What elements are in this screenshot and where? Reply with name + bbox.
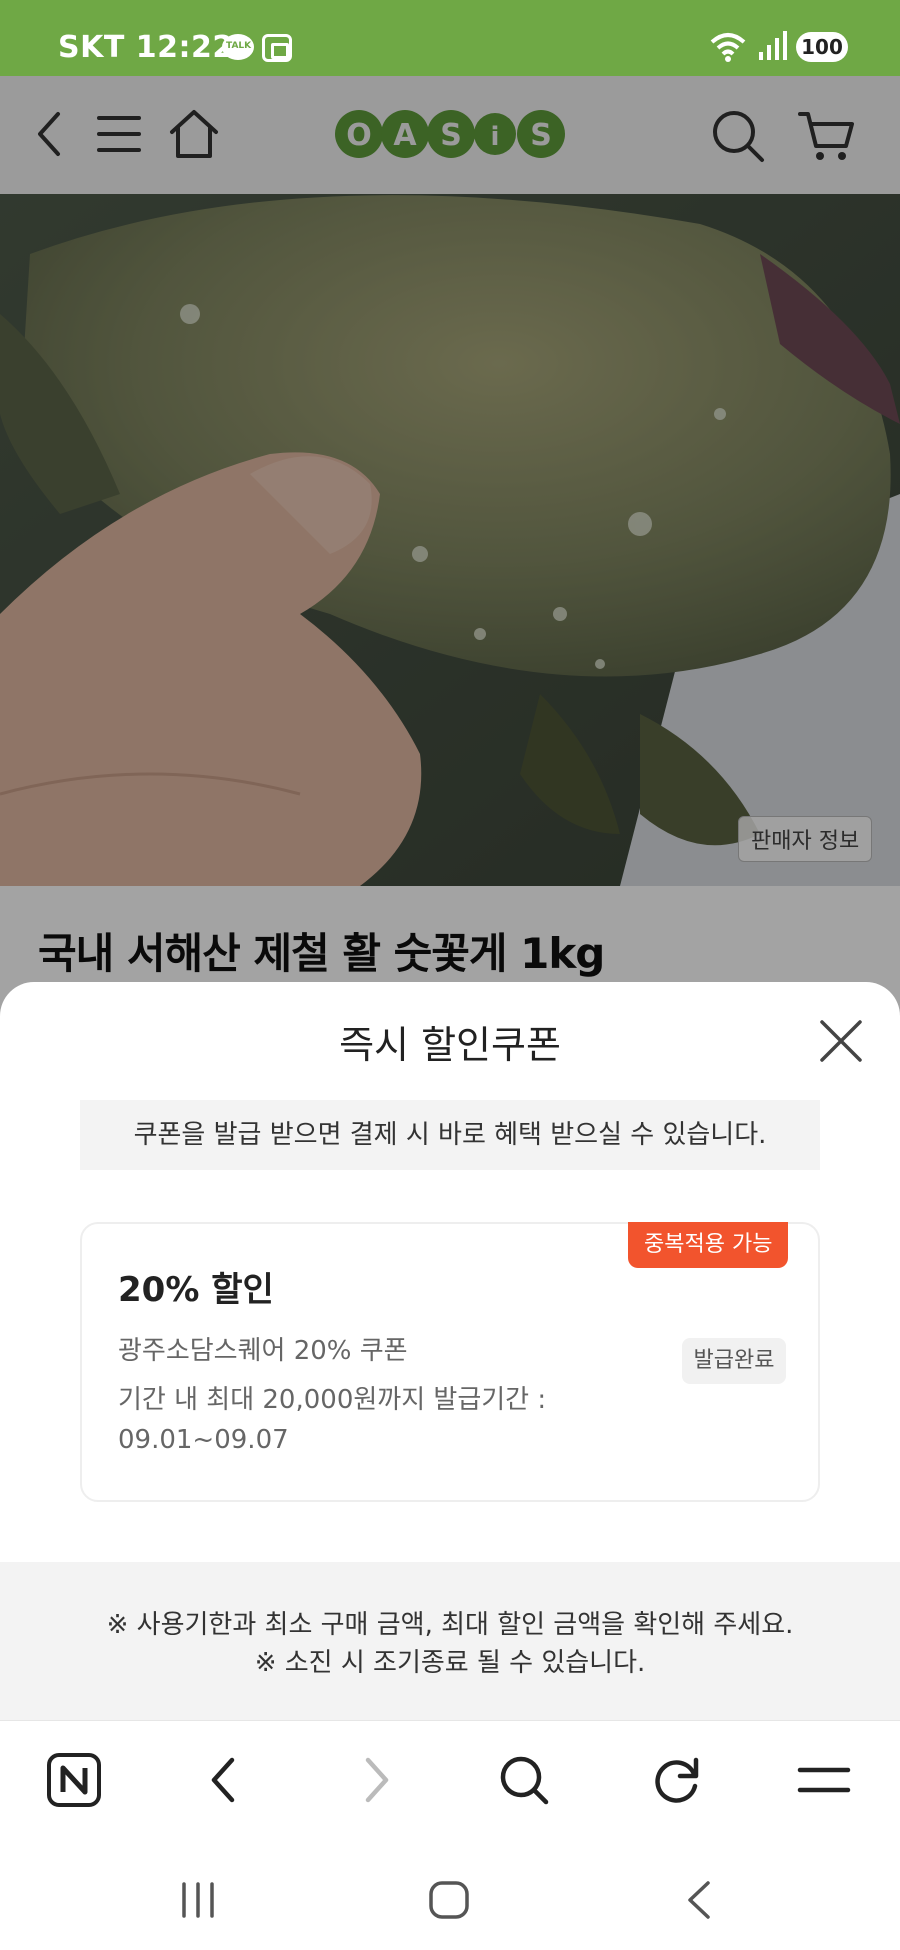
coupon-name: 광주소담스퀘어 20% 쿠폰 [118,1336,408,1366]
sheet-title: 즉시 할인쿠폰 [339,1023,561,1067]
wifi-icon [710,33,746,62]
browser-forward-icon[interactable] [356,1752,396,1808]
naver-icon[interactable] [46,1752,102,1808]
recent-apps-icon[interactable] [178,1880,218,1920]
coupon-info-bar: 쿠폰을 발급 받으면 결제 시 바로 혜택 받으실 수 있습니다. [80,1100,820,1170]
browser-back-icon[interactable] [204,1752,244,1808]
signal-icon [759,31,787,60]
status-bar: SKT 12:22 TALK 100 [0,0,900,76]
coupon-discount: 20% 할인 [118,1270,274,1310]
coupon-description: 기간 내 최대 20,000원까지 발급기간 : 09.01~09.07 [118,1380,598,1460]
close-icon[interactable] [818,1018,864,1064]
screen-capture-icon [262,34,292,62]
system-back-icon[interactable] [684,1880,714,1920]
status-carrier-time: SKT 12:22 [58,30,234,65]
battery-indicator: 100 [796,32,848,62]
notice-line-1: ※ 사용기한과 최소 구매 금액, 최대 할인 금액을 확인해 주세요. [106,1610,794,1640]
browser-search-icon[interactable] [496,1752,552,1808]
kakaotalk-notification-icon: TALK [222,34,254,60]
refresh-icon[interactable] [648,1752,704,1808]
notice-area [0,1562,900,1720]
coupon-period: 09.01~09.07 [118,1425,289,1455]
stackable-badge: 중복적용 가능 [628,1222,789,1268]
browser-menu-icon[interactable] [796,1752,852,1808]
system-home-icon[interactable] [428,1880,470,1920]
system-navigation-bar [0,1840,900,1950]
issued-status-button[interactable]: 발급완료 [682,1338,786,1384]
browser-toolbar [0,1720,900,1840]
coupon-description-line1: 기간 내 최대 20,000원까지 발급기간 : [118,1385,547,1415]
notice-line-2: ※ 소진 시 조기종료 될 수 있습니다. [254,1648,646,1678]
